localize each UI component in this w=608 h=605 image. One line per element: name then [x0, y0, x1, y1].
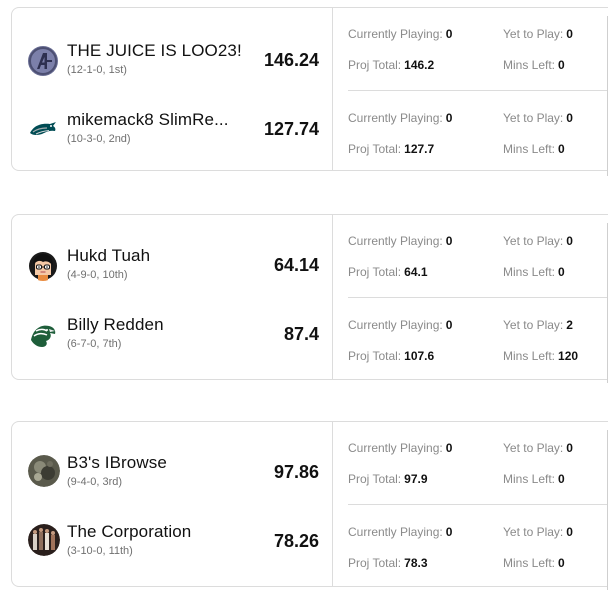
matchup-stats: Currently Playing: 0 Yet to Play: 0 Proj T… — [332, 215, 608, 383]
yet-to-play: Yet to Play: 0 — [503, 111, 573, 125]
matchup-card[interactable]: B3's IBrowse (9-4-0, 3rd) 97.86 The Corp… — [11, 421, 608, 590]
team-score: 146.24 — [263, 50, 319, 70]
cartoon-face-icon — [28, 251, 58, 281]
team-row[interactable]: Hukd Tuah (4-9-0, 10th) 64.14 — [12, 243, 332, 293]
currently-playing: Currently Playing: 0 — [348, 27, 453, 41]
proj-total: Proj Total: 64.1 — [348, 265, 428, 279]
matchup-teams: Hukd Tuah (4-9-0, 10th) 64.14 Billy Redd… — [12, 215, 333, 379]
team-row[interactable]: Billy Redden (6-7-0, 7th) 87.4 — [12, 312, 332, 362]
team-stats: Currently Playing: 0 Yet to Play: 0 Proj T… — [348, 226, 608, 296]
yet-to-play: Yet to Play: 0 — [503, 27, 573, 41]
matchup-stats: Currently Playing: 0 Yet to Play: 0 Proj T… — [332, 422, 608, 590]
mins-left: Mins Left: 0 — [503, 58, 565, 72]
proj-total: Proj Total: 78.3 — [348, 556, 428, 570]
matchup-card[interactable]: Hukd Tuah (4-9-0, 10th) 64.14 Billy Redd… — [11, 214, 608, 383]
team-score: 64.14 — [273, 255, 319, 275]
matchup-card[interactable]: THE JUICE IS LOO23! (12-1-0, 1st) 146.24… — [11, 7, 608, 176]
proj-total: Proj Total: 146.2 — [348, 58, 435, 72]
team-stats: Currently Playing: 0 Yet to Play: 2 Proj T… — [348, 297, 608, 368]
team-score: 78.26 — [273, 531, 319, 551]
team-stats: Currently Playing: 0 Yet to Play: 0 Proj T… — [348, 90, 608, 161]
team-row[interactable]: B3's IBrowse (9-4-0, 3rd) 97.86 — [12, 450, 332, 500]
currently-playing: Currently Playing: 0 — [348, 441, 453, 455]
team-score: 87.4 — [283, 324, 319, 344]
group-photo-avatar-icon — [28, 524, 60, 556]
team-record: (9-4-0, 3rd) — [67, 476, 123, 488]
matchup-stats: Currently Playing: 0 Yet to Play: 0 Proj T… — [332, 8, 608, 176]
yet-to-play: Yet to Play: 0 — [503, 441, 573, 455]
mins-left: Mins Left: 0 — [503, 265, 565, 279]
proj-total: Proj Total: 97.9 — [348, 472, 428, 486]
currently-playing: Currently Playing: 0 — [348, 234, 453, 248]
team-record: (4-9-0, 10th) — [67, 269, 128, 281]
team-score: 127.74 — [263, 119, 319, 139]
currently-playing: Currently Playing: 0 — [348, 111, 453, 125]
team-stats: Currently Playing: 0 Yet to Play: 0 Proj T… — [348, 20, 608, 90]
team-name[interactable]: THE JUICE IS LOO23! — [67, 41, 242, 61]
team-name[interactable]: Billy Redden — [67, 315, 164, 335]
currently-playing: Currently Playing: 0 — [348, 318, 453, 332]
team-record: (10-3-0, 2nd) — [67, 133, 131, 145]
team-stats: Currently Playing: 0 Yet to Play: 0 Proj T… — [348, 433, 608, 503]
proj-total: Proj Total: 107.6 — [348, 349, 435, 363]
eagles-logo-icon — [28, 115, 58, 145]
proj-total: Proj Total: 127.7 — [348, 142, 435, 156]
team-row[interactable]: The Corporation (3-10-0, 11th) 78.26 — [12, 519, 332, 569]
team-name[interactable]: B3's IBrowse — [67, 453, 167, 473]
team-name[interactable]: Hukd Tuah — [67, 246, 150, 266]
team-row[interactable]: THE JUICE IS LOO23! (12-1-0, 1st) 146.24 — [12, 38, 332, 88]
matchup-teams: THE JUICE IS LOO23! (12-1-0, 1st) 146.24… — [12, 8, 333, 170]
team-score: 97.86 — [273, 462, 319, 482]
currently-playing: Currently Playing: 0 — [348, 525, 453, 539]
yet-to-play: Yet to Play: 0 — [503, 525, 573, 539]
yet-to-play: Yet to Play: 2 — [503, 318, 573, 332]
mins-left: Mins Left: 0 — [503, 142, 565, 156]
matchup-teams: B3's IBrowse (9-4-0, 3rd) 97.86 The Corp… — [12, 422, 333, 586]
team-record: (6-7-0, 7th) — [67, 338, 122, 350]
mins-left: Mins Left: 0 — [503, 556, 565, 570]
avengers-logo-icon — [28, 46, 58, 76]
team-name[interactable]: The Corporation — [67, 522, 191, 542]
team-record: (12-1-0, 1st) — [67, 64, 127, 76]
mins-left: Mins Left: 120 — [503, 349, 579, 363]
team-record: (3-10-0, 11th) — [67, 545, 133, 557]
team-stats: Currently Playing: 0 Yet to Play: 0 Proj T… — [348, 504, 608, 575]
photo-avatar-icon — [28, 455, 60, 487]
yet-to-play: Yet to Play: 0 — [503, 234, 573, 248]
team-row[interactable]: mikemack8 SlimRe... (10-3-0, 2nd) 127.74 — [12, 107, 332, 157]
eagle-head-logo-icon — [28, 320, 58, 350]
team-name[interactable]: mikemack8 SlimRe... — [67, 110, 229, 130]
mins-left: Mins Left: 0 — [503, 472, 565, 486]
